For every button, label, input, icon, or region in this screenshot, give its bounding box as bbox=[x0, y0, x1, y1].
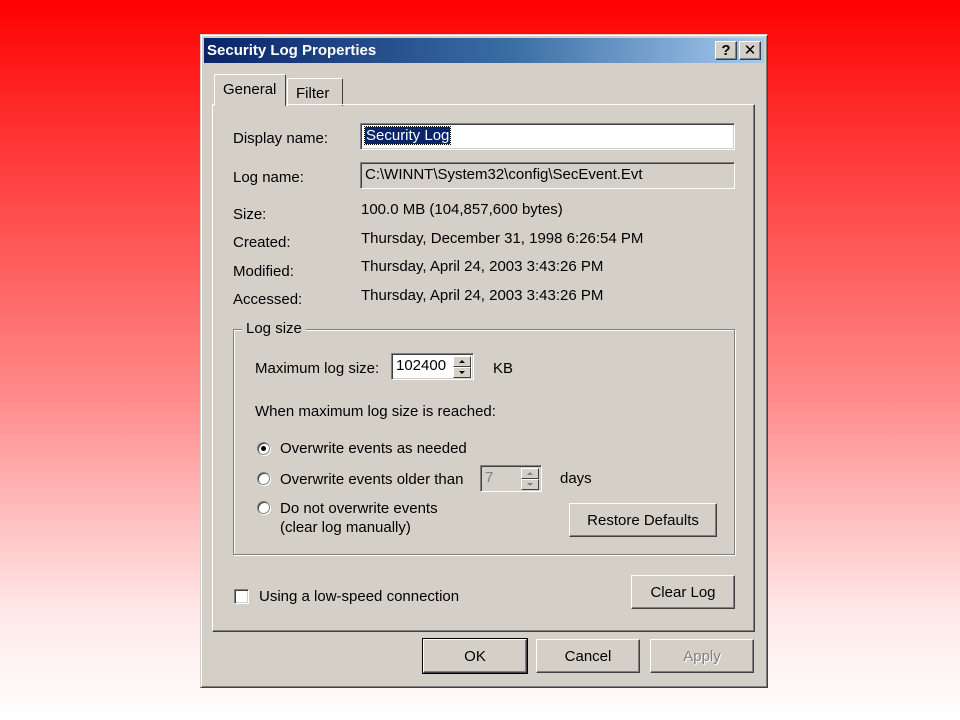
close-button[interactable]: ✕ bbox=[739, 41, 761, 60]
display-name-input[interactable]: Security Log bbox=[360, 123, 735, 150]
days-down-button bbox=[521, 479, 539, 490]
arrow-down-icon bbox=[459, 371, 465, 374]
max-log-size-stepper[interactable]: 102400 bbox=[391, 353, 474, 380]
arrow-down-icon bbox=[527, 483, 533, 486]
close-icon: ✕ bbox=[743, 42, 757, 59]
modified-value: Thursday, April 24, 2003 3:43:26 PM bbox=[361, 258, 604, 275]
tab-general-label: General bbox=[223, 81, 277, 98]
ok-button[interactable]: OK bbox=[422, 638, 528, 674]
apply-button: Apply bbox=[650, 639, 754, 673]
tab-general[interactable]: General bbox=[214, 74, 286, 106]
do-not-overwrite-radio[interactable] bbox=[257, 501, 270, 514]
tab-filter-label: Filter bbox=[296, 85, 330, 102]
title-bar[interactable]: Security Log Properties ? ✕ bbox=[204, 38, 764, 63]
log-name-label: Log name: bbox=[233, 169, 304, 186]
display-name-label: Display name: bbox=[233, 130, 329, 147]
size-label: Size: bbox=[233, 206, 267, 223]
low-speed-checkbox[interactable] bbox=[234, 589, 249, 604]
max-size-up-button[interactable] bbox=[453, 356, 471, 367]
do-not-overwrite-label-line2: (clear log manually) bbox=[280, 519, 411, 536]
arrow-up-icon bbox=[527, 472, 533, 475]
created-value: Thursday, December 31, 1998 6:26:54 PM bbox=[361, 230, 644, 247]
accessed-label: Accessed: bbox=[233, 291, 303, 308]
help-icon: ? bbox=[721, 42, 731, 59]
arrow-up-icon bbox=[459, 360, 465, 363]
created-label: Created: bbox=[233, 234, 291, 251]
overwrite-older-than-radio[interactable] bbox=[257, 472, 270, 485]
modified-label: Modified: bbox=[233, 263, 294, 280]
overwrite-older-than-label[interactable]: Overwrite events older than bbox=[280, 471, 463, 488]
clear-log-button[interactable]: Clear Log bbox=[631, 575, 735, 609]
log-name-field: C:\WINNT\System32\config\SecEvent.Evt bbox=[360, 162, 735, 189]
display-name-value: Security Log bbox=[363, 126, 452, 145]
help-button[interactable]: ? bbox=[715, 41, 737, 60]
older-than-days-value: 7 bbox=[485, 469, 494, 486]
overwrite-as-needed-radio[interactable] bbox=[257, 442, 270, 455]
when-reached-label: When maximum log size is reached: bbox=[255, 403, 496, 420]
accessed-value: Thursday, April 24, 2003 3:43:26 PM bbox=[361, 287, 604, 304]
restore-defaults-button[interactable]: Restore Defaults bbox=[569, 503, 717, 537]
window-title: Security Log Properties bbox=[207, 42, 377, 59]
log-name-value: C:\WINNT\System32\config\SecEvent.Evt bbox=[365, 166, 643, 183]
max-log-size-unit: KB bbox=[493, 360, 514, 377]
max-log-size-label: Maximum log size: bbox=[255, 360, 380, 377]
low-speed-label[interactable]: Using a low-speed connection bbox=[259, 588, 459, 605]
tab-filter[interactable]: Filter bbox=[287, 78, 343, 106]
older-than-days-stepper: 7 bbox=[480, 465, 542, 492]
overwrite-as-needed-label[interactable]: Overwrite events as needed bbox=[280, 440, 467, 457]
size-value: 100.0 MB (104,857,600 bytes) bbox=[361, 201, 563, 218]
cancel-button[interactable]: Cancel bbox=[536, 639, 640, 673]
do-not-overwrite-label-line1[interactable]: Do not overwrite events bbox=[280, 500, 438, 517]
older-than-days-unit: days bbox=[560, 470, 592, 487]
days-up-button bbox=[521, 468, 539, 479]
max-log-size-value: 102400 bbox=[396, 357, 447, 374]
log-size-group-label: Log size bbox=[242, 320, 306, 337]
radio-dot-icon bbox=[261, 446, 266, 451]
max-size-down-button[interactable] bbox=[453, 367, 471, 378]
